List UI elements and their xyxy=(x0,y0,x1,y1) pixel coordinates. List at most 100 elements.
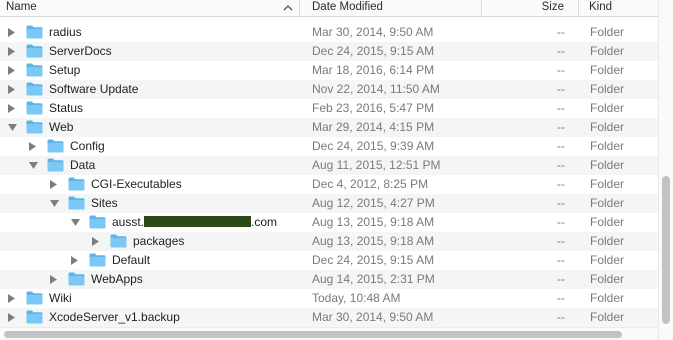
file-kind: Folder xyxy=(590,63,625,77)
file-name: radius xyxy=(49,25,82,39)
disclosure-triangle-collapsed-icon[interactable] xyxy=(50,180,58,189)
disclosure-triangle-collapsed-icon[interactable] xyxy=(92,237,100,246)
file-name: packages xyxy=(133,234,185,248)
file-kind: Folder xyxy=(590,215,625,229)
column-header-name[interactable]: Name xyxy=(0,0,300,16)
folder-icon xyxy=(26,291,43,305)
date-modified: Mar 30, 2014, 9:50 AM xyxy=(312,310,434,324)
date-modified: Dec 24, 2015, 9:39 AM xyxy=(312,139,435,153)
disclosure-triangle-expanded-icon[interactable] xyxy=(50,200,59,209)
disclosure-triangle-collapsed-icon[interactable] xyxy=(71,256,79,265)
date-modified: Aug 13, 2015, 9:18 AM xyxy=(312,234,435,248)
table-row[interactable]: CGI-Executables Dec 4, 2012, 8:25 PM -- Fol… xyxy=(0,175,658,194)
file-name: Web xyxy=(49,120,74,134)
date-modified: Aug 13, 2015, 9:18 AM xyxy=(312,215,435,229)
table-row[interactable]: ServerDocs Dec 24, 2015, 9:15 AM -- Folder xyxy=(0,42,658,61)
file-kind: Folder xyxy=(590,82,625,96)
table-row[interactable]: Setup Mar 18, 2016, 6:14 PM -- Folder xyxy=(0,61,658,80)
file-kind: Folder xyxy=(590,44,625,58)
file-size: -- xyxy=(557,82,565,96)
disclosure-triangle-expanded-icon[interactable] xyxy=(71,219,80,228)
folder-icon xyxy=(68,196,85,210)
file-size: -- xyxy=(557,158,565,172)
table-row[interactable]: radius Mar 30, 2014, 9:50 AM -- Folder xyxy=(0,23,658,42)
redaction-mark xyxy=(144,216,252,227)
file-name: Data xyxy=(70,158,96,172)
table-row[interactable]: Status Feb 23, 2016, 5:47 PM -- Folder xyxy=(0,99,658,118)
date-modified: Today, 10:48 AM xyxy=(312,291,401,305)
file-size: -- xyxy=(557,196,565,210)
date-modified: Aug 12, 2015, 4:27 PM xyxy=(312,196,435,210)
table-row[interactable]: ausst. .com Aug 13, 2015, 9:18 AM -- Folder xyxy=(0,213,658,232)
file-kind: Folder xyxy=(590,196,625,210)
disclosure-triangle-collapsed-icon[interactable] xyxy=(29,142,37,151)
disclosure-triangle-expanded-icon[interactable] xyxy=(8,124,17,133)
file-name: Wiki xyxy=(49,291,72,305)
folder-icon xyxy=(68,177,85,191)
table-row[interactable]: Software Update Nov 22, 2014, 11:50 AM -- F… xyxy=(0,80,658,99)
folder-icon xyxy=(26,310,43,324)
file-size: -- xyxy=(557,63,565,77)
table-row[interactable]: packages Aug 13, 2015, 9:18 AM -- Folder xyxy=(0,232,658,251)
file-kind: Folder xyxy=(590,120,625,134)
disclosure-triangle-collapsed-icon[interactable] xyxy=(8,85,16,94)
horizontal-scrollbar-thumb[interactable] xyxy=(4,331,622,338)
disclosure-triangle-collapsed-icon[interactable] xyxy=(8,28,16,37)
file-kind: Folder xyxy=(590,158,625,172)
folder-icon xyxy=(47,158,64,172)
table-row[interactable]: Default Dec 24, 2015, 9:15 AM -- Folder xyxy=(0,251,658,270)
sort-ascending-icon[interactable] xyxy=(282,2,294,14)
table-row[interactable]: Wiki Today, 10:48 AM -- Folder xyxy=(0,289,658,308)
file-kind: Folder xyxy=(590,253,625,267)
file-name: XcodeServer_v1.backup xyxy=(49,310,180,324)
file-size: -- xyxy=(557,139,565,153)
file-name: Setup xyxy=(49,63,81,77)
file-size: -- xyxy=(557,44,565,58)
disclosure-triangle-expanded-icon[interactable] xyxy=(29,162,38,171)
table-row[interactable]: WebApps Aug 14, 2015, 2:31 PM -- Folder xyxy=(0,270,658,289)
table-row[interactable]: Web Mar 29, 2014, 4:15 PM -- Folder xyxy=(0,118,658,137)
file-kind: Folder xyxy=(590,272,625,286)
column-header-date-modified[interactable]: Date Modified xyxy=(306,0,482,16)
file-name: ServerDocs xyxy=(49,44,112,58)
table-row[interactable]: Config Dec 24, 2015, 9:39 AM -- Folder xyxy=(0,137,658,156)
disclosure-triangle-collapsed-icon[interactable] xyxy=(8,313,16,322)
folder-icon xyxy=(68,272,85,286)
file-size: -- xyxy=(557,310,565,324)
file-name: WebApps xyxy=(91,272,143,286)
disclosure-triangle-collapsed-icon[interactable] xyxy=(8,47,16,56)
date-modified: Dec 24, 2015, 9:15 AM xyxy=(312,253,435,267)
date-modified: Dec 24, 2015, 9:15 AM xyxy=(312,44,435,58)
folder-icon xyxy=(26,25,43,39)
date-modified: Mar 30, 2014, 9:50 AM xyxy=(312,25,434,39)
disclosure-triangle-collapsed-icon[interactable] xyxy=(50,275,58,284)
folder-icon xyxy=(26,63,43,77)
folder-icon xyxy=(110,234,127,248)
folder-icon xyxy=(26,101,43,115)
date-modified: Dec 4, 2012, 8:25 PM xyxy=(312,177,429,191)
column-header-kind[interactable]: Kind xyxy=(583,0,658,16)
file-name: Config xyxy=(70,139,105,153)
file-name: Default xyxy=(112,253,151,267)
file-name: CGI-Executables xyxy=(91,177,182,191)
file-size: -- xyxy=(557,253,565,267)
folder-icon xyxy=(89,253,106,267)
file-kind: Folder xyxy=(590,234,625,248)
disclosure-triangle-collapsed-icon[interactable] xyxy=(8,66,16,75)
disclosure-triangle-collapsed-icon[interactable] xyxy=(8,104,16,113)
file-list: radius Mar 30, 2014, 9:50 AM -- Folder Serve… xyxy=(0,23,658,327)
vertical-scrollbar-thumb[interactable] xyxy=(662,176,670,324)
table-row[interactable]: Data Aug 11, 2015, 12:51 PM -- Folder xyxy=(0,156,658,175)
table-row[interactable]: XcodeServer_v1.backup Mar 30, 2014, 9:50 … xyxy=(0,308,658,327)
column-header-size[interactable]: Size xyxy=(482,0,579,16)
file-name: ausst. .com xyxy=(112,213,277,232)
disclosure-triangle-collapsed-icon[interactable] xyxy=(8,294,16,303)
date-modified: Mar 29, 2014, 4:15 PM xyxy=(312,120,435,134)
file-size: -- xyxy=(557,215,565,229)
folder-icon xyxy=(89,215,106,229)
date-modified: Aug 14, 2015, 2:31 PM xyxy=(312,272,435,286)
file-size: -- xyxy=(557,291,565,305)
file-size: -- xyxy=(557,272,565,286)
file-name: Sites xyxy=(91,196,118,210)
table-row[interactable]: Sites Aug 12, 2015, 4:27 PM -- Folder xyxy=(0,194,658,213)
